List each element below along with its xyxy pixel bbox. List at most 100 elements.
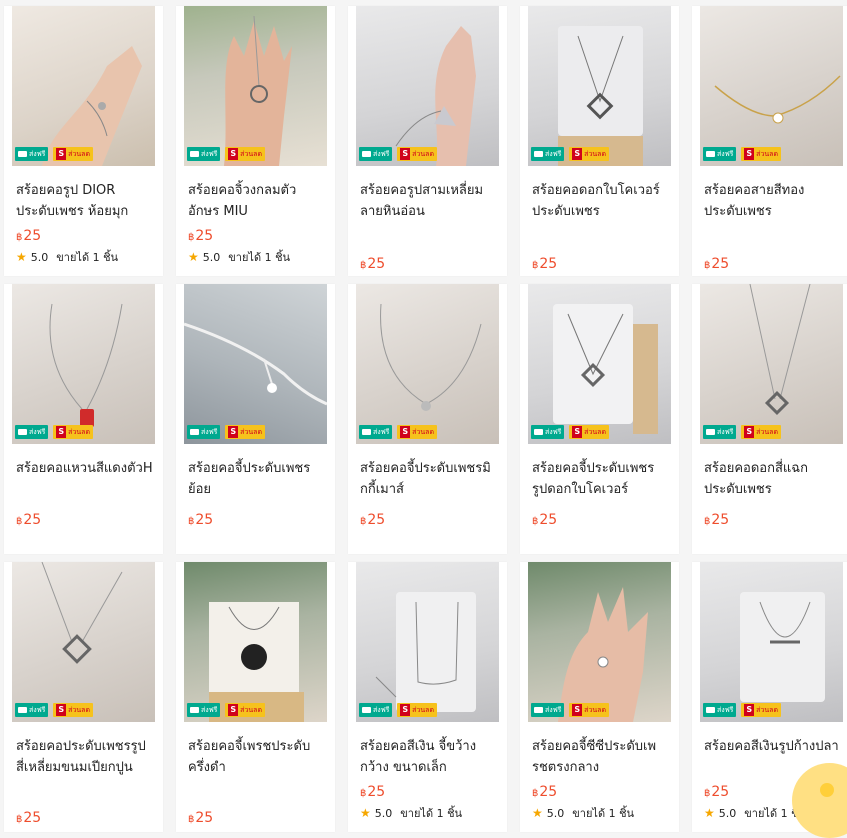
truck-icon [534, 151, 543, 157]
truck-icon [18, 429, 27, 435]
truck-icon [706, 707, 715, 713]
product-image[interactable]: ส่งฟรี S ส่วนลด [12, 6, 155, 166]
product-title[interactable]: สร้อยคอดอกสี่แฉก ประดับเพชร [704, 458, 844, 500]
shop-icon: S [744, 148, 755, 160]
free-shipping-badge: ส่งฟรี [359, 703, 393, 717]
discount-badge: S ส่วนลด [53, 147, 93, 161]
product-image[interactable]: ส่งฟรี S ส่วนลด [528, 6, 671, 166]
product-title[interactable]: สร้อยคอสีเงิน จี้ขว้าง กว้าง ขนาดเล็ก [360, 736, 500, 778]
shop-icon: S [572, 704, 583, 716]
truck-icon [362, 151, 371, 157]
product-price: ฿25 [360, 256, 386, 272]
shop-icon: S [572, 148, 583, 160]
product-title[interactable]: สร้อยคอสีเงินรูปก้างปลา [704, 736, 844, 757]
product-image[interactable]: ส่งฟรี S ส่วนลด [528, 284, 671, 444]
product-card[interactable]: ส่งฟรี S ส่วนลด สร้อยคอจี้ซีซีประดับเพ รชต… [520, 562, 679, 832]
product-image[interactable]: ส่งฟรี S ส่วนลด [356, 562, 499, 722]
discount-badge: S ส่วนลด [225, 425, 265, 439]
free-shipping-badge: ส่งฟรี [703, 703, 737, 717]
free-shipping-badge: ส่งฟรี [531, 703, 565, 717]
product-image[interactable]: ส่งฟรี S ส่วนลด [12, 284, 155, 444]
product-image[interactable]: ส่งฟรี S ส่วนลด [12, 562, 155, 722]
product-rating: ★ 5.0 ขายได้ 1 ชิ้น [360, 806, 463, 820]
product-title[interactable]: สร้อยคอแหวนสีแดงตัวH [16, 458, 156, 479]
product-price: ฿25 [188, 228, 214, 244]
product-price: ฿25 [704, 784, 730, 800]
product-card[interactable]: ส่งฟรี S ส่วนลด สร้อยคอดอกสี่แฉก ประดับเพช… [692, 284, 847, 554]
product-image[interactable]: ส่งฟรี S ส่วนลด [184, 284, 327, 444]
product-title[interactable]: สร้อยคอรูป DIOR ประดับเพชร ห้อยมุก [16, 180, 156, 222]
truck-icon [190, 151, 199, 157]
product-title[interactable]: สร้อยคอรูปสามเหลี่ยม ลายหินอ่อน [360, 180, 500, 222]
product-title[interactable]: สร้อยคอดอกใบโคเวอร์ ประดับเพชร [532, 180, 672, 222]
shop-icon: S [228, 426, 239, 438]
product-image[interactable]: ส่งฟรี S ส่วนลด [700, 6, 843, 166]
product-image[interactable]: ส่งฟรี S ส่วนลด [356, 284, 499, 444]
free-shipping-badge: ส่งฟรี [531, 147, 565, 161]
truck-icon [362, 707, 371, 713]
discount-badge: S ส่วนลด [741, 425, 781, 439]
product-price: ฿25 [532, 256, 558, 272]
free-shipping-badge: ส่งฟรี [187, 425, 221, 439]
free-shipping-badge: ส่งฟรี [15, 147, 49, 161]
shop-icon: S [400, 148, 411, 160]
star-icon: ★ [16, 250, 27, 264]
product-card[interactable]: ส่งฟรี S ส่วนลด สร้อยคอจี้เพรชประดับ ครึ่ง… [176, 562, 335, 832]
product-title[interactable]: สร้อยคอจี้ซีซีประดับเพ รชตรงกลาง [532, 736, 672, 778]
product-title[interactable]: สร้อยคอจิ้วงกลมตัว อักษร MIU [188, 180, 328, 222]
product-grid: ส่งฟรี S ส่วนลด สร้อยคอรูป DIOR ประดับเพชร… [4, 6, 847, 832]
truck-icon [706, 151, 715, 157]
free-shipping-badge: ส่งฟรี [15, 703, 49, 717]
truck-icon [190, 707, 199, 713]
free-shipping-badge: ส่งฟรี [531, 425, 565, 439]
product-card[interactable]: ส่งฟรี S ส่วนลด สร้อยคอสายสีทอง ประดับเพชร… [692, 6, 847, 276]
product-card[interactable]: ส่งฟรี S ส่วนลด สร้อยคอดอกใบโคเวอร์ ประดับ… [520, 6, 679, 276]
star-icon: ★ [188, 250, 199, 264]
free-shipping-badge: ส่งฟรี [359, 147, 393, 161]
shop-icon: S [56, 148, 67, 160]
shop-icon: S [228, 148, 239, 160]
product-card[interactable]: ส่งฟรี S ส่วนลด สร้อยคอรูปสามเหลี่ยม ลายหิ… [348, 6, 507, 276]
truck-icon [190, 429, 199, 435]
product-card[interactable]: ส่งฟรี S ส่วนลด สร้อยคอแหวนสีแดงตัวH ฿25 [4, 284, 163, 554]
product-price: ฿25 [188, 512, 214, 528]
product-card[interactable]: ส่งฟรี S ส่วนลด สร้อยคอจี้ประดับเพชร ย้อย … [176, 284, 335, 554]
product-price: ฿25 [360, 512, 386, 528]
product-card[interactable]: ส่งฟรี S ส่วนลด สร้อยคอจิ้วงกลมตัว อักษร M… [176, 6, 335, 276]
discount-badge: S ส่วนลด [397, 147, 437, 161]
product-card[interactable]: ส่งฟรี S ส่วนลด สร้อยคอประดับเพชรรูป สี่เห… [4, 562, 163, 832]
product-title[interactable]: สร้อยคอสายสีทอง ประดับเพชร [704, 180, 844, 222]
free-shipping-badge: ส่งฟรี [359, 425, 393, 439]
discount-badge: S ส่วนลด [569, 147, 609, 161]
product-price: ฿25 [360, 784, 386, 800]
product-title[interactable]: สร้อยคอประดับเพชรรูป สี่เหลี่ยมขนมเปียกป… [16, 736, 156, 778]
discount-badge: S ส่วนลด [225, 147, 265, 161]
discount-badge: S ส่วนลด [741, 703, 781, 717]
free-shipping-badge: ส่งฟรี [187, 147, 221, 161]
product-price: ฿25 [16, 810, 42, 826]
product-image[interactable]: ส่งฟรี S ส่วนลด [700, 562, 843, 722]
truck-icon [706, 429, 715, 435]
product-price: ฿25 [16, 512, 42, 528]
free-shipping-badge: ส่งฟรี [187, 703, 221, 717]
shop-icon: S [572, 426, 583, 438]
product-card[interactable]: ส่งฟรี S ส่วนลด สร้อยคอจี้ประดับเพชร รูปดอ… [520, 284, 679, 554]
truck-icon [534, 707, 543, 713]
product-card[interactable]: ส่งฟรี S ส่วนลด สร้อยคอสีเงิน จี้ขว้าง กว้… [348, 562, 507, 832]
product-image[interactable]: ส่งฟรี S ส่วนลด [700, 284, 843, 444]
product-image[interactable]: ส่งฟรี S ส่วนลด [184, 6, 327, 166]
discount-badge: S ส่วนลด [397, 703, 437, 717]
free-shipping-badge: ส่งฟรี [703, 147, 737, 161]
product-card[interactable]: ส่งฟรี S ส่วนลด สร้อยคอจี้ประดับเพชรมิ กกี… [348, 284, 507, 554]
product-rating: ★ 5.0 ขายได้ 1 ชิ้น [532, 806, 635, 820]
product-card[interactable]: ส่งฟรี S ส่วนลด สร้อยคอรูป DIOR ประดับเพชร… [4, 6, 163, 276]
product-image[interactable]: ส่งฟรี S ส่วนลด [184, 562, 327, 722]
product-title[interactable]: สร้อยคอจี้ประดับเพชรมิ กกี้เมาส์ [360, 458, 500, 500]
truck-icon [18, 151, 27, 157]
product-title[interactable]: สร้อยคอจี้เพรชประดับ ครึ่งดำ [188, 736, 328, 778]
product-image[interactable]: ส่งฟรี S ส่วนลด [528, 562, 671, 722]
product-title[interactable]: สร้อยคอจี้ประดับเพชร ย้อย [188, 458, 328, 500]
product-image[interactable]: ส่งฟรี S ส่วนลด [356, 6, 499, 166]
product-price: ฿25 [16, 228, 42, 244]
product-title[interactable]: สร้อยคอจี้ประดับเพชร รูปดอกใบโคเวอร์ [532, 458, 672, 500]
